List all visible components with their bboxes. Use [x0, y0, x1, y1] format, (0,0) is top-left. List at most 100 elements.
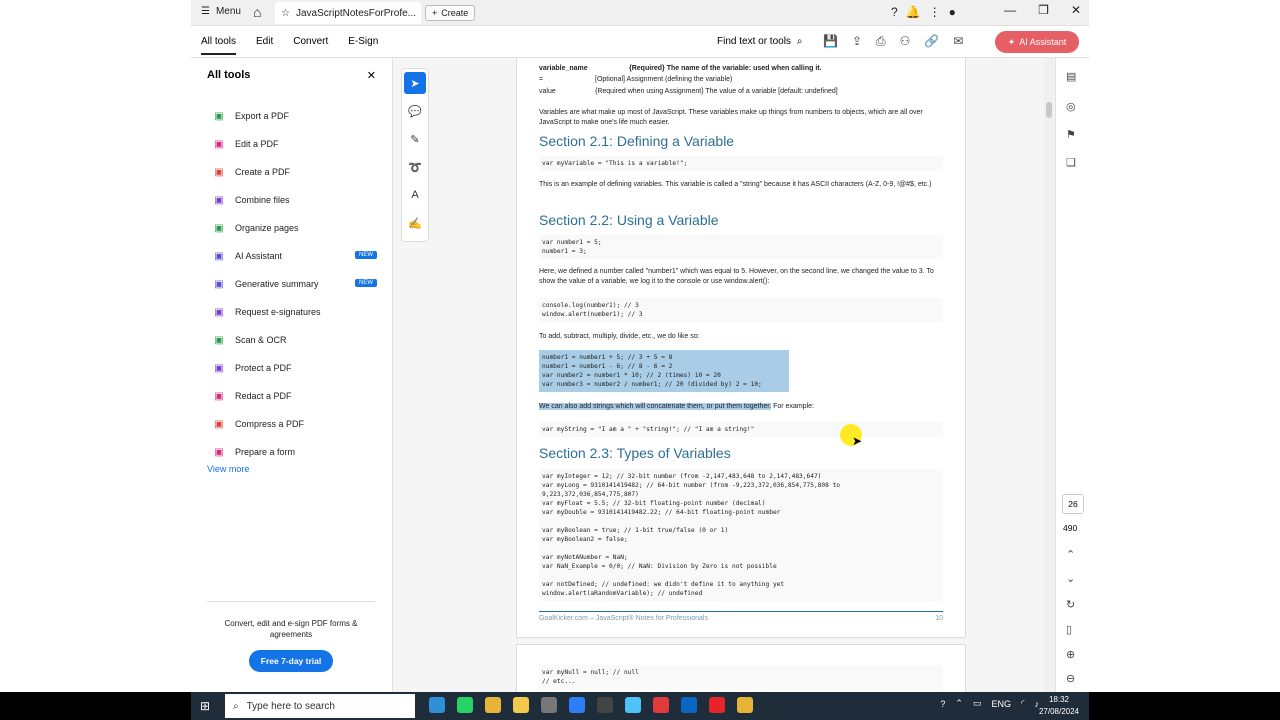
- zoom-out-icon[interactable]: ⊖: [1066, 672, 1075, 685]
- share-icon[interactable]: ⚇: [900, 34, 911, 49]
- tab-edit[interactable]: Edit: [256, 36, 273, 55]
- text-box-icon[interactable]: A: [404, 184, 426, 206]
- create-button[interactable]: + Create: [425, 5, 476, 21]
- tool-icon: ▣: [214, 334, 224, 346]
- divider: [207, 601, 375, 602]
- minimize-icon[interactable]: —: [1004, 3, 1016, 17]
- highlight-pen-icon[interactable]: ✎: [404, 128, 426, 150]
- star-icon[interactable]: ☆: [281, 8, 290, 19]
- tool-item[interactable]: ▣ AI Assistant NEW: [213, 242, 377, 270]
- tab-all-tools[interactable]: All tools: [201, 36, 237, 55]
- file-explorer-icon[interactable]: [513, 697, 529, 713]
- mail-app-icon[interactable]: [597, 697, 613, 713]
- tool-label: Protect a PDF: [235, 363, 292, 373]
- print-icon[interactable]: ⎙: [876, 34, 886, 49]
- pages-icon[interactable]: ❏: [1066, 156, 1076, 169]
- zoom-in-icon[interactable]: ⊕: [1066, 648, 1075, 661]
- new-badge: NEW: [355, 251, 377, 259]
- page-fit-icon[interactable]: ▯: [1066, 623, 1072, 636]
- storage-icon[interactable]: [541, 697, 557, 713]
- tool-item[interactable]: ▣ Organize pages: [213, 214, 377, 242]
- select-cursor-icon[interactable]: ➤: [404, 72, 426, 94]
- tool-item[interactable]: ▣ Export a PDF: [213, 102, 377, 130]
- tool-item[interactable]: ▣ Create a PDF: [213, 158, 377, 186]
- tool-item[interactable]: ▣ Prepare a form: [213, 438, 377, 466]
- pdf-page: var myNull = null; // null // etc...: [516, 644, 966, 692]
- section-title: Section 2.3: Types of Variables: [539, 445, 731, 461]
- upload-icon[interactable]: ⇪: [852, 34, 862, 49]
- windows-start-icon[interactable]: ⊞: [200, 699, 210, 713]
- tab-convert[interactable]: Convert: [293, 36, 328, 55]
- mail-icon[interactable]: ✉: [953, 34, 963, 49]
- paragraph: We can also add strings which will conca…: [539, 403, 814, 410]
- whatsapp-icon[interactable]: [457, 697, 473, 713]
- code-block: var myInteger = 12; // 32-bit number (fr…: [539, 469, 943, 601]
- rotate-icon[interactable]: ↻: [1066, 598, 1075, 611]
- tool-item[interactable]: ▣ Edit a PDF: [213, 130, 377, 158]
- bookmark-icon[interactable]: ⚑: [1066, 128, 1076, 141]
- code-block: console.log(number1); // 3 window.alert(…: [539, 298, 943, 322]
- clock[interactable]: 18:32 27/08/2024: [1039, 694, 1079, 718]
- help-icon[interactable]: ?: [891, 5, 898, 19]
- scroll-thumb[interactable]: [1046, 102, 1052, 118]
- chevron-up-icon[interactable]: ⌃: [1066, 548, 1075, 561]
- apps-grid-icon[interactable]: ⋮: [929, 5, 941, 19]
- view-more-link[interactable]: View more: [207, 464, 249, 474]
- help-tray-icon[interactable]: ?: [940, 699, 945, 709]
- tool-icon: ▣: [214, 362, 224, 374]
- home-icon[interactable]: ⌂: [253, 4, 261, 20]
- document-view[interactable]: variable_name {Required} The name of the …: [516, 58, 966, 692]
- tool-icon: ▣: [214, 250, 224, 262]
- chrome-icon[interactable]: [485, 697, 501, 713]
- close-panel-icon[interactable]: ✕: [367, 69, 376, 82]
- link-icon[interactable]: 🔗: [924, 34, 939, 49]
- paragraph: This is an example of defining variables…: [539, 181, 932, 188]
- avatar[interactable]: ●: [949, 5, 956, 19]
- tool-item[interactable]: ▣ Redact a PDF: [213, 382, 377, 410]
- tool-item[interactable]: ▣ Request e-signatures: [213, 298, 377, 326]
- tool-item[interactable]: ▣ Protect a PDF: [213, 354, 377, 382]
- vscode-icon[interactable]: [681, 697, 697, 713]
- tool-item[interactable]: ▣ Scan & OCR: [213, 326, 377, 354]
- sign-icon[interactable]: ✍: [404, 212, 426, 234]
- comments-icon[interactable]: ◎: [1066, 100, 1076, 113]
- toolbar: All tools Edit Convert E-Sign Find text …: [191, 26, 1089, 58]
- chevron-down-icon[interactable]: ⌄: [1066, 572, 1075, 585]
- document-tab[interactable]: ☆ JavaScriptNotesForProfe... ✕: [275, 2, 421, 24]
- close-window-icon[interactable]: ✕: [1071, 3, 1081, 17]
- tool-item[interactable]: ▣ Compress a PDF: [213, 410, 377, 438]
- acrobat-app-icon[interactable]: [653, 697, 669, 713]
- save-icon[interactable]: 💾: [823, 34, 838, 49]
- tool-label: Scan & OCR: [235, 335, 287, 345]
- paragraph: Here, we defined a number called "number…: [539, 268, 934, 285]
- tab-esign[interactable]: E-Sign: [348, 36, 378, 55]
- taskbar-search[interactable]: ⌕ Type here to search: [225, 694, 415, 718]
- tool-label: Generative summary: [235, 279, 319, 289]
- tool-item[interactable]: ▣ Generative summary NEW: [213, 270, 377, 298]
- page-footer: GoalKicker.com – JavaScript® Notes for P…: [539, 611, 943, 622]
- bell-icon[interactable]: 🔔: [906, 5, 921, 19]
- comment-icon[interactable]: 💬: [404, 100, 426, 122]
- acrobat-active-icon[interactable]: [709, 697, 725, 713]
- restore-icon[interactable]: ❐: [1038, 3, 1049, 17]
- free-trial-button[interactable]: Free 7-day trial: [249, 650, 333, 672]
- tool-item[interactable]: ▣ Combine files: [213, 186, 377, 214]
- code-block: var myString = "I am a " + "string!"; //…: [539, 422, 943, 437]
- chrome-2-icon[interactable]: [737, 697, 753, 713]
- vertical-scrollbar[interactable]: [1044, 58, 1054, 692]
- edge-icon[interactable]: [429, 697, 445, 713]
- wifi-icon[interactable]: ◜: [1021, 698, 1025, 709]
- todo-icon[interactable]: [569, 697, 585, 713]
- edit-pdf-icon[interactable]: ▤: [1066, 70, 1076, 83]
- draw-icon[interactable]: ➰: [404, 156, 426, 178]
- lang-indicator[interactable]: ENG: [991, 699, 1011, 709]
- ai-assistant-button[interactable]: ✦ AI Assistant: [995, 31, 1079, 53]
- tray-chevron-icon[interactable]: ⌃: [955, 698, 963, 709]
- menu-button[interactable]: ☰ Menu: [201, 6, 241, 17]
- network-icon[interactable]: ▭: [973, 698, 982, 709]
- find-tools[interactable]: Find text or tools ⌕: [717, 36, 803, 47]
- section-title: Section 2.2: Using a Variable: [539, 212, 719, 228]
- copilot-icon[interactable]: [625, 697, 641, 713]
- tool-icon: ▣: [214, 390, 224, 402]
- page-number-field[interactable]: 26: [1062, 494, 1084, 514]
